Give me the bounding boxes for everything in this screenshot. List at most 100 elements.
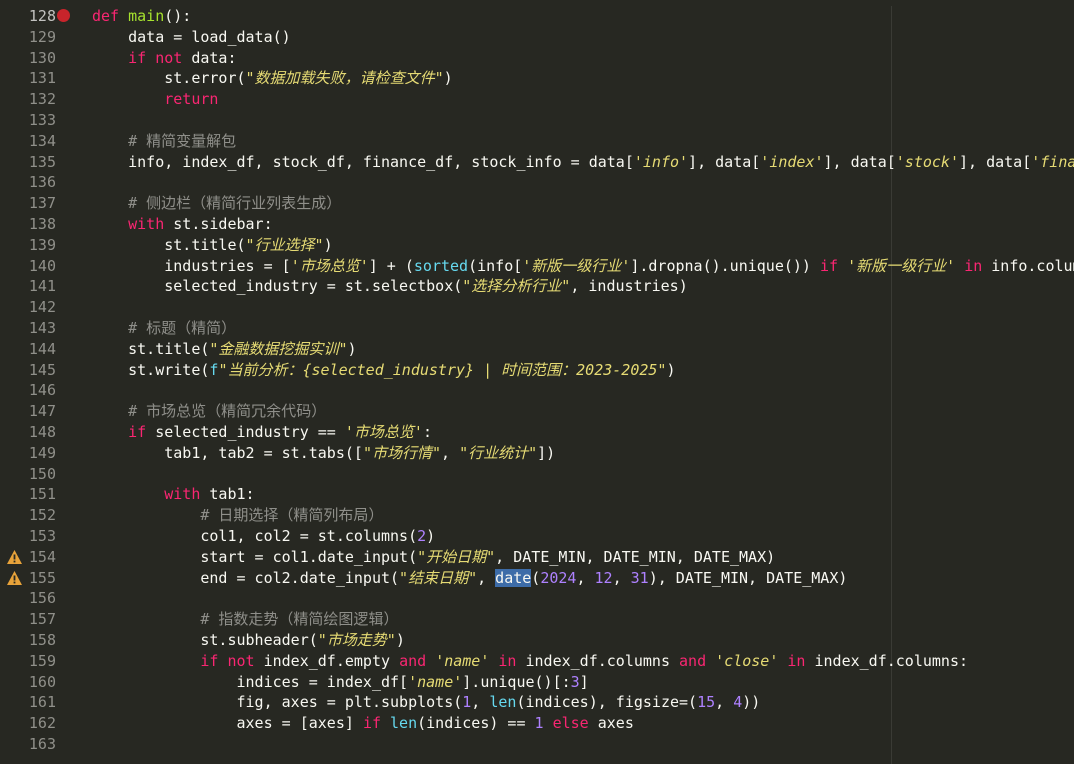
code-token: sorted <box>413 256 469 275</box>
code-line[interactable]: info, index_df, stock_df, finance_df, st… <box>92 152 1074 172</box>
code-token: in <box>964 256 983 275</box>
gutter-row[interactable]: 158 <box>0 630 88 650</box>
gutter-row[interactable]: 160 <box>0 672 88 692</box>
gutter-row[interactable]: 156 <box>0 588 88 608</box>
line-number: 149 <box>28 443 56 462</box>
code-token: (info[ <box>468 256 523 275</box>
gutter-row[interactable]: 152 <box>0 505 88 525</box>
code-token: , <box>612 568 631 587</box>
gutter-row[interactable]: 146 <box>0 380 88 400</box>
gutter-row[interactable]: 161 <box>0 692 88 712</box>
code-token: )) <box>742 693 761 712</box>
code-line[interactable]: industries = ['市场总览'] + (sorted(info['新版… <box>92 256 1074 276</box>
code-line[interactable]: col1, col2 = st.columns(2) <box>92 526 435 546</box>
line-number: 158 <box>28 631 56 649</box>
code-line[interactable]: indices = index_df['name'].unique()[:3] <box>92 672 588 692</box>
code-token: fig, axes = plt.subplots( <box>92 693 463 712</box>
code-line[interactable]: # 日期选择（精简列布局） <box>92 505 383 525</box>
code-line[interactable]: with tab1: <box>92 484 254 504</box>
gutter-row[interactable]: 141 <box>0 276 88 296</box>
code-token: data = load_data() <box>92 27 291 46</box>
line-number: 145 <box>28 360 56 379</box>
gutter-row[interactable]: 150 <box>0 464 88 484</box>
gutter-row[interactable]: 149 <box>0 443 88 463</box>
code-token: index_df.columns <box>516 651 680 670</box>
gutter-row[interactable]: 144 <box>0 339 88 359</box>
code-line[interactable]: data = load_data() <box>92 27 291 47</box>
code-line[interactable]: return <box>92 89 218 109</box>
gutter-row[interactable]: 128 <box>0 6 88 26</box>
gutter-row[interactable]: 154 <box>0 547 88 567</box>
line-number: 152 <box>28 506 56 525</box>
line-number: 148 <box>28 423 56 441</box>
code-token: "结束日期" <box>399 568 478 587</box>
code-line[interactable]: st.error("数据加载失败，请检查文件") <box>92 68 452 88</box>
gutter-row[interactable]: 132 <box>0 89 88 109</box>
gutter-row[interactable]: 145 <box>0 360 88 380</box>
code-token: selected_industry = st.selectbox( <box>92 277 463 296</box>
gutter-row[interactable]: 136 <box>0 172 88 192</box>
gutter-row[interactable]: 148 <box>0 422 88 442</box>
gutter-row[interactable]: 151 <box>0 484 88 504</box>
gutter-row[interactable]: 157 <box>0 609 88 629</box>
code-line[interactable]: # 指数走势（精简绘图逻辑） <box>92 609 398 629</box>
code-line[interactable]: st.title("行业选择") <box>92 235 332 255</box>
gutter-row[interactable]: 137 <box>0 193 88 213</box>
gutter-row[interactable]: 129 <box>0 27 88 47</box>
gutter-row[interactable]: 131 <box>0 68 88 88</box>
gutter-row[interactable]: 138 <box>0 214 88 234</box>
code-line[interactable]: fig, axes = plt.subplots(1, len(indices)… <box>92 692 760 712</box>
code-line[interactable]: # 市场总览（精简冗余代码） <box>92 401 326 421</box>
gutter-row[interactable]: 130 <box>0 48 88 68</box>
gutter-row[interactable]: 163 <box>0 734 88 754</box>
code-token: '新版一级行业' <box>847 256 956 275</box>
line-number: 146 <box>28 381 56 400</box>
code-line[interactable]: # 侧边栏（精简行业列表生成） <box>92 193 341 213</box>
code-line[interactable]: if not data: <box>92 48 236 68</box>
warning-icon[interactable] <box>6 549 23 565</box>
code-line[interactable]: start = col1.date_input("开始日期", DATE_MIN… <box>92 547 775 567</box>
code-line[interactable]: end = col2.date_input("结束日期", date(2024,… <box>92 568 847 588</box>
code-line[interactable]: st.title("金融数据挖掘实训") <box>92 339 356 359</box>
gutter-row[interactable]: 134 <box>0 131 88 151</box>
breakpoint-icon[interactable] <box>57 9 70 22</box>
code-line[interactable]: def main(): <box>92 6 191 26</box>
gutter-row[interactable]: 142 <box>0 297 88 317</box>
code-line[interactable]: selected_industry = st.selectbox("选择分析行业… <box>92 276 688 296</box>
code-line[interactable]: # 标题（精简） <box>92 318 236 338</box>
code-token: ), DATE_MIN, DATE_MAX) <box>648 568 848 587</box>
gutter-row[interactable]: 140 <box>0 256 88 276</box>
code-token: if <box>362 714 381 733</box>
warning-icon[interactable] <box>6 570 23 586</box>
gutter-row[interactable]: 133 <box>0 110 88 130</box>
gutter-row[interactable]: 147 <box>0 401 88 421</box>
code-line[interactable]: with st.sidebar: <box>92 214 273 234</box>
gutter-row[interactable]: 135 <box>0 152 88 172</box>
gutter-row[interactable]: 153 <box>0 526 88 546</box>
line-number: 142 <box>28 298 56 317</box>
code-line[interactable]: tab1, tab2 = st.tabs(["市场行情", "行业统计"]) <box>92 443 555 463</box>
gutter-row[interactable]: 159 <box>0 651 88 671</box>
gutter-row[interactable]: 143 <box>0 318 88 338</box>
code-editor[interactable]: 128 129 130 131 132 133 134 135 136 137 138 139 140 1… <box>0 0 1074 764</box>
gutter-row[interactable]: 139 <box>0 235 88 255</box>
code-token: tab1, tab2 = st.tabs([ <box>92 443 363 462</box>
code-line[interactable]: axes = [axes] if len(indices) == 1 else … <box>92 713 633 733</box>
line-number-gutter[interactable]: 128 129 130 131 132 133 134 135 136 137 138 139 140 1… <box>0 0 88 764</box>
code-line[interactable]: if not index_df.empty and 'name' in inde… <box>92 651 968 671</box>
code-token: "行业统计" <box>459 443 538 462</box>
code-area[interactable]: def main(): data = load_data() if not da… <box>88 0 1074 764</box>
code-line[interactable]: st.write(f"当前分析：{selected_industry} | 时间… <box>92 360 675 380</box>
code-line[interactable]: st.subheader("市场走势") <box>92 630 405 650</box>
code-line[interactable]: if selected_industry == '市场总览': <box>92 422 432 442</box>
gutter-row[interactable]: 162 <box>0 713 88 733</box>
code-token: "金融数据挖掘实训" <box>209 339 348 358</box>
code-line[interactable]: # 精简变量解包 <box>92 131 236 151</box>
gutter-row[interactable]: 155 <box>0 568 88 588</box>
